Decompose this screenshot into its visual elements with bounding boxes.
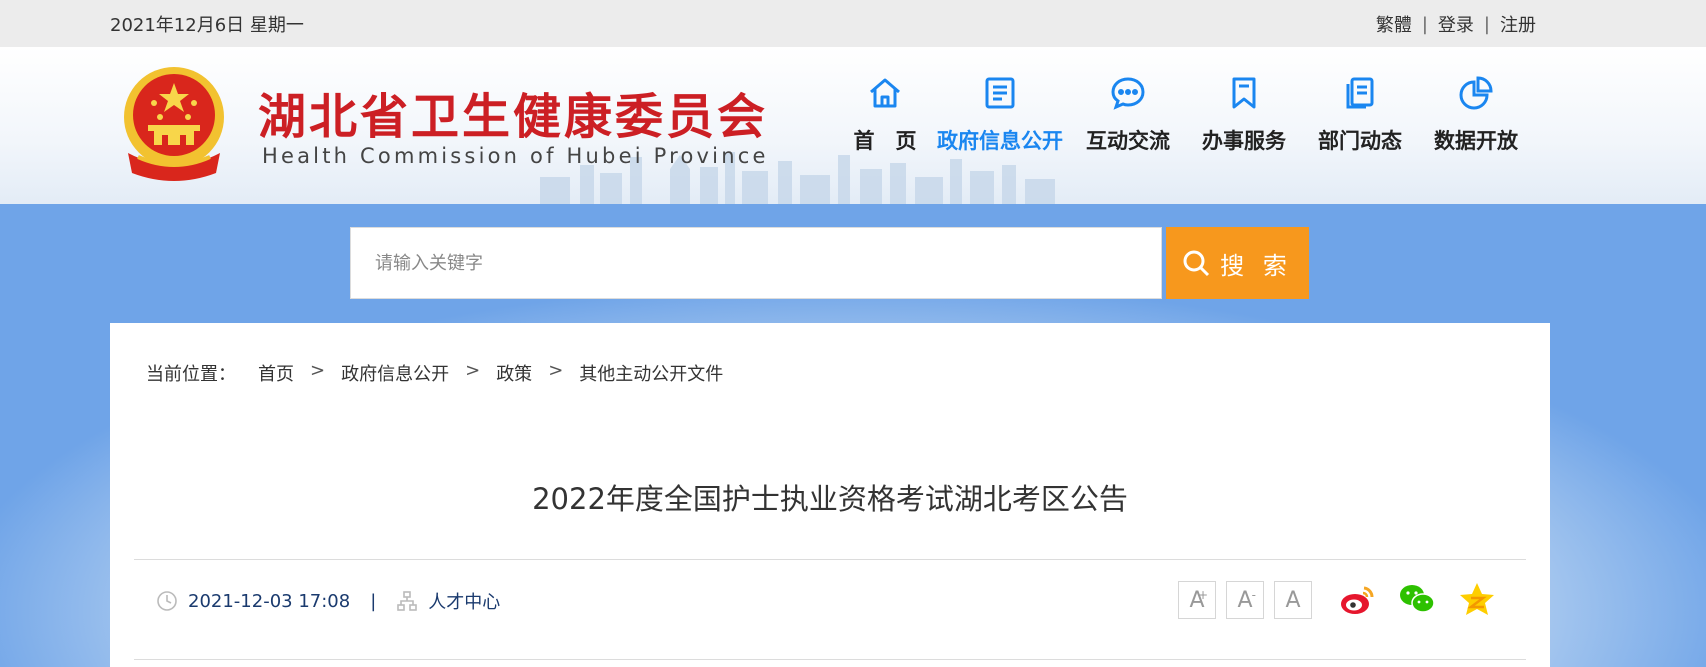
font-increase-button[interactable]: A + <box>1178 581 1216 619</box>
nav-services[interactable]: 办事服务 <box>1186 75 1302 155</box>
login-link[interactable]: 登录 <box>1438 11 1474 37</box>
link-separator: | <box>1421 13 1428 35</box>
nav-label: 办事服务 <box>1202 129 1286 153</box>
nav-home[interactable]: 首 页 <box>840 75 930 155</box>
qzone-icon[interactable] <box>1458 580 1496 618</box>
traditional-chinese-link[interactable]: 繁體 <box>1376 11 1412 37</box>
font-reset-label: A <box>1285 587 1301 613</box>
link-separator: | <box>1483 13 1490 35</box>
top-bar: 2021年12月6日 星期一 繁體 | 登录 | 注册 <box>0 0 1706 47</box>
pie-chart-icon <box>1459 76 1493 110</box>
main-navigation: 首 页 政府信息公开 互动交流 办事服务 部门动态 数据开放 <box>840 75 1534 155</box>
article-title: 2022年度全国护士执业资格考试湖北考区公告 <box>532 482 1128 516</box>
nav-label: 政府信息公开 <box>937 129 1063 153</box>
weibo-icon[interactable] <box>1338 580 1376 618</box>
search-icon <box>1183 250 1210 277</box>
national-emblem-logo <box>124 67 224 181</box>
nav-department-news[interactable]: 部门动态 <box>1302 75 1418 155</box>
org-structure-icon <box>397 591 418 611</box>
content-card: 当前位置： 首页 > 政府信息公开 > 政策 > 其他主动公开文件 2022年度… <box>110 323 1550 667</box>
home-icon <box>870 78 900 108</box>
site-title-chinese: 湖北省卫生健康委员会 <box>258 89 769 145</box>
breadcrumb-government-info[interactable]: 政府信息公开 <box>341 360 449 386</box>
nav-label: 首 页 <box>853 129 917 153</box>
search-input[interactable] <box>351 228 1161 298</box>
title-divider <box>134 559 1526 560</box>
nav-label: 互动交流 <box>1086 129 1170 153</box>
font-reset-button[interactable]: A <box>1274 581 1312 619</box>
font-decrease-button[interactable]: A- <box>1226 581 1264 619</box>
site-title-english: Health Commission of Hubei Province <box>262 144 769 168</box>
font-size-tools: A + A- A <box>1178 581 1312 619</box>
minus-mark: - <box>1251 588 1256 602</box>
account-links: 繁體 | 登录 | 注册 <box>1376 11 1536 37</box>
nav-label: 部门动态 <box>1318 129 1402 153</box>
breadcrumb-separator: > <box>310 360 326 381</box>
pages-icon <box>1346 77 1374 109</box>
bookmark-icon <box>1232 77 1256 109</box>
search-button-label: 搜 索 <box>1220 252 1293 280</box>
nav-government-info[interactable]: 政府信息公开 <box>930 75 1070 155</box>
clock-icon <box>157 591 177 611</box>
breadcrumb-separator: > <box>465 360 481 381</box>
nav-label: 数据开放 <box>1434 129 1518 153</box>
share-buttons <box>1338 580 1496 618</box>
breadcrumb-separator: > <box>548 360 564 381</box>
breadcrumb: 当前位置： 首页 > 政府信息公开 > 政策 > 其他主动公开文件 <box>146 360 723 386</box>
plus-mark: + <box>1197 588 1208 602</box>
breadcrumb-policy[interactable]: 政策 <box>496 360 532 386</box>
current-date: 2021年12月6日 星期一 <box>110 15 304 36</box>
breadcrumb-other-files[interactable]: 其他主动公开文件 <box>579 360 723 386</box>
search-field <box>350 227 1162 299</box>
register-link[interactable]: 注册 <box>1500 11 1536 37</box>
breadcrumb-home[interactable]: 首页 <box>258 360 294 386</box>
meta-divider <box>134 659 1526 660</box>
publish-datetime: 2021-12-03 17:08 <box>188 590 351 612</box>
meta-separator: | <box>370 590 377 612</box>
breadcrumb-prefix: 当前位置： <box>146 364 236 385</box>
wechat-icon[interactable] <box>1398 580 1436 618</box>
site-header: 湖北省卫生健康委员会 Health Commission of Hubei Pr… <box>0 47 1706 204</box>
nav-open-data[interactable]: 数据开放 <box>1418 75 1534 155</box>
nav-interaction[interactable]: 互动交流 <box>1070 75 1186 155</box>
search-button[interactable]: 搜 索 <box>1166 227 1309 299</box>
document-icon <box>985 77 1015 109</box>
article-source: 人才中心 <box>428 592 501 613</box>
article-meta: 2021-12-03 17:08 | 人才中心 <box>156 588 500 614</box>
font-decrease-label: A <box>1237 587 1253 613</box>
chat-icon <box>1111 77 1145 110</box>
